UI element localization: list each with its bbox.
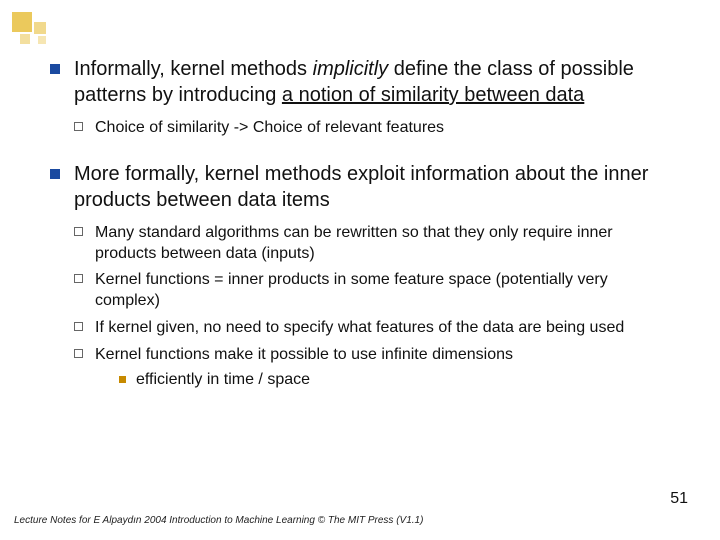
square-bullet-icon xyxy=(50,64,60,74)
bullet-1-sub: Choice of similarity -> Choice of releva… xyxy=(74,118,670,139)
footer-citation: Lecture Notes for E Alpaydın 2004 Introd… xyxy=(14,515,423,526)
bullet-2-text: More formally, kernel methods exploit in… xyxy=(74,161,670,213)
page-number: 51 xyxy=(670,490,688,508)
small-square-bullet-icon xyxy=(119,376,126,383)
bullet-2-sub-4-text: Kernel functions make it possible to use… xyxy=(95,345,513,391)
bullet-2-sub-4-sub-text: efficiently in time / space xyxy=(136,370,310,391)
bullet-1-text: Informally, kernel methods implicitly de… xyxy=(74,56,670,108)
square-bullet-icon xyxy=(50,169,60,179)
open-square-bullet-icon xyxy=(74,349,83,358)
bullet-2-sub: Many standard algorithms can be rewritte… xyxy=(74,223,670,391)
bullet-2-sub-1-text: Many standard algorithms can be rewritte… xyxy=(95,223,670,265)
bullet-2-sub-4-sub: efficiently in time / space xyxy=(119,370,513,391)
bullet-2-sub-3-text: If kernel given, no need to specify what… xyxy=(95,318,624,339)
bullet-1-sub-1-text: Choice of similarity -> Choice of releva… xyxy=(95,118,444,139)
bullet-1: Informally, kernel methods implicitly de… xyxy=(50,56,670,139)
open-square-bullet-icon xyxy=(74,122,83,131)
bullet-2: More formally, kernel methods exploit in… xyxy=(50,161,670,391)
open-square-bullet-icon xyxy=(74,274,83,283)
open-square-bullet-icon xyxy=(74,322,83,331)
bullet-2-sub-2-text: Kernel functions = inner products in som… xyxy=(95,270,670,312)
open-square-bullet-icon xyxy=(74,227,83,236)
slide-body: Informally, kernel methods implicitly de… xyxy=(0,0,720,390)
